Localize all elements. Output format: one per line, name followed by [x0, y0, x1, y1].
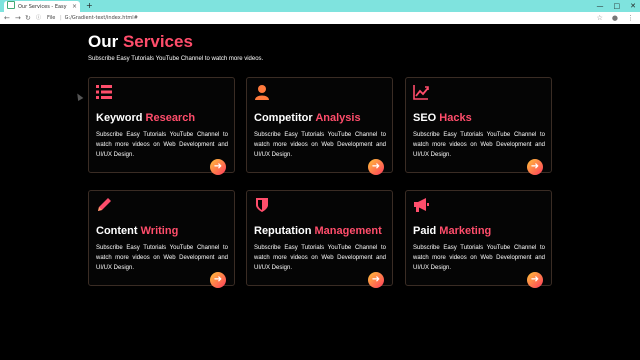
url-field[interactable]: ⓘ File | G:/Gradient-text/index.html# [36, 14, 566, 22]
browser-tab[interactable]: Our Services - Easy Tutorials × [4, 1, 80, 21]
service-card-content-writing: Content Writing Subscribe Easy Tutorials… [88, 190, 235, 288]
service-card-competitor-analysis: Competitor Analysis Subscribe Easy Tutor… [246, 77, 393, 175]
favicon-icon [7, 1, 15, 9]
new-tab-button[interactable]: + [86, 0, 93, 12]
arrow-right-icon[interactable]: ➜ [527, 272, 543, 288]
pencil-icon [98, 198, 111, 211]
arrow-right-icon[interactable]: ➜ [368, 272, 384, 288]
minimize-icon[interactable]: — [597, 0, 604, 12]
card-description: Subscribe Easy Tutorials YouTube Channel… [254, 245, 386, 271]
url-text: G:/Gradient-text/index.html# [64, 15, 138, 21]
menu-icon[interactable]: ⋮ [627, 12, 634, 24]
arrow-right-icon[interactable]: ➜ [210, 159, 226, 175]
service-card-seo-hacks: SEO Hacks Subscribe Easy Tutorials YouTu… [405, 77, 552, 175]
url-scheme: File [47, 15, 56, 21]
page-subtitle: Subscribe Easy Tutorials YouTube Channel… [88, 56, 264, 62]
maximize-icon[interactable]: □ [614, 0, 621, 12]
card-title: Reputation Management [254, 225, 382, 237]
user-icon [255, 85, 269, 100]
page-content: Our Services Subscribe Easy Tutorials Yo… [0, 24, 640, 360]
card-title: Paid Marketing [413, 225, 492, 237]
list-icon [96, 85, 112, 99]
info-icon[interactable]: ⓘ [36, 15, 41, 21]
title-plain: Our [88, 32, 123, 51]
mouse-cursor-icon [74, 91, 84, 102]
browser-toolbar-icons: ☆ ● ⋮ [597, 12, 634, 24]
arrow-right-icon[interactable]: ➜ [210, 272, 226, 288]
forward-icon[interactable]: → [15, 12, 21, 24]
star-icon[interactable]: ☆ [597, 12, 603, 24]
service-card-paid-marketing: Paid Marketing Subscribe Easy Tutorials … [405, 190, 552, 288]
card-title: SEO Hacks [413, 112, 472, 124]
card-description: Subscribe Easy Tutorials YouTube Channel… [96, 132, 228, 158]
arrow-right-icon[interactable]: ➜ [368, 159, 384, 175]
service-card-keyword-research: Keyword Research Subscribe Easy Tutorial… [88, 77, 235, 175]
card-title: Competitor Analysis [254, 112, 361, 124]
megaphone-icon [414, 198, 429, 212]
arrow-right-icon[interactable]: ➜ [527, 159, 543, 175]
card-title: Content Writing [96, 225, 179, 237]
page-title: Our Services [88, 32, 193, 52]
card-description: Subscribe Easy Tutorials YouTube Channel… [413, 132, 545, 158]
back-icon[interactable]: ← [4, 12, 10, 24]
title-accent: Services [122, 32, 193, 51]
service-card-reputation-management: Reputation Management Subscribe Easy Tut… [246, 190, 393, 288]
profile-icon[interactable]: ● [612, 12, 618, 24]
chart-line-icon [413, 85, 429, 100]
card-description: Subscribe Easy Tutorials YouTube Channel… [254, 132, 386, 158]
card-description: Subscribe Easy Tutorials YouTube Channel… [413, 245, 545, 271]
card-description: Subscribe Easy Tutorials YouTube Channel… [96, 245, 228, 271]
browser-tab-bar: Our Services - Easy Tutorials × + — □ ✕ [0, 0, 640, 21]
close-tab-icon[interactable]: × [72, 1, 77, 12]
shield-icon [256, 198, 268, 212]
card-title: Keyword Research [96, 112, 196, 124]
reload-icon[interactable]: ↻ [25, 12, 31, 24]
close-window-icon[interactable]: ✕ [630, 0, 636, 12]
window-controls: — □ ✕ [597, 0, 637, 12]
